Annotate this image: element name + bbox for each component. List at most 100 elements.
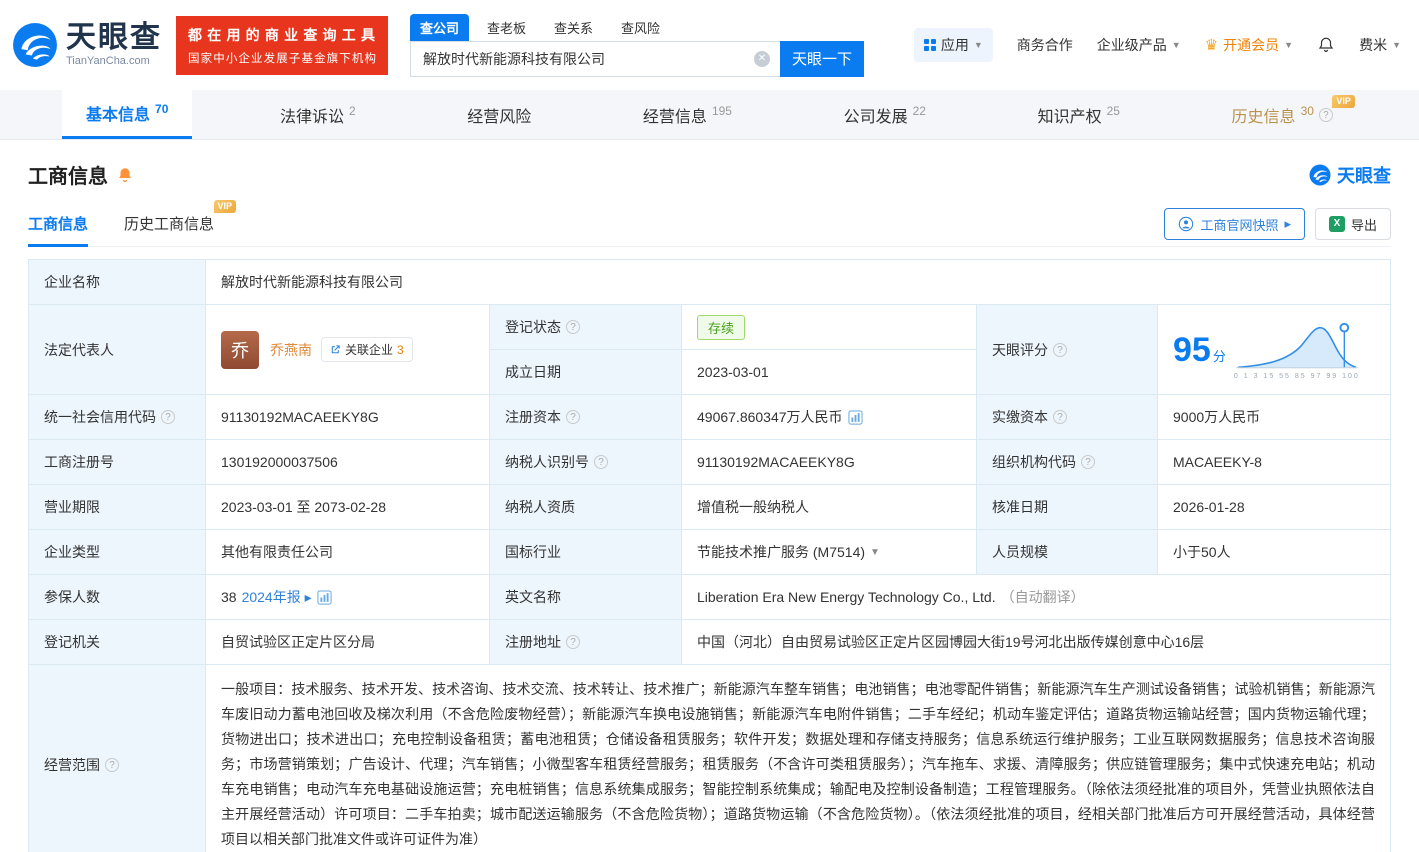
tab-history-info[interactable]: VIP 历史信息 30 xyxy=(1208,90,1357,139)
help-icon[interactable] xyxy=(594,455,608,469)
tianyancha-logo[interactable]: 天眼查 TianYanCha.com xyxy=(12,22,162,68)
tianyancha-logo-icon xyxy=(1309,164,1331,185)
promo-banner: 都在用的商业查询工具 国家中小企业发展子基金旗下机构 xyxy=(176,15,388,75)
tab-count: 70 xyxy=(155,102,169,116)
tab-basic-info[interactable]: 基本信息 70 xyxy=(62,90,193,139)
tab-operating-info[interactable]: 经营信息 195 xyxy=(619,90,756,139)
business-info-table: 企业名称 解放时代新能源科技有限公司 法定代表人 乔 乔燕南 关联企业 3 登记… xyxy=(28,259,1391,852)
help-icon[interactable] xyxy=(1318,107,1333,122)
logo-name: 天眼查 xyxy=(66,21,162,54)
nav-apps-label: 应用 xyxy=(940,37,969,53)
score-unit: 分 xyxy=(1212,349,1226,364)
field-value-staff-size: 小于50人 xyxy=(1158,530,1390,575)
help-icon[interactable] xyxy=(1081,455,1095,469)
field-label-reg-status: 登记状态 xyxy=(490,305,682,350)
tab-label: 法律诉讼 xyxy=(279,108,344,126)
related-companies-label: 关联企业 xyxy=(345,343,394,357)
export-button[interactable]: X 导出 xyxy=(1314,208,1391,240)
histogram-icon[interactable] xyxy=(317,589,332,605)
watermark-text: 天眼查 xyxy=(1337,165,1391,186)
related-companies-count: 3 xyxy=(397,342,404,357)
official-snapshot-button[interactable]: 工商官网快照 ▸ xyxy=(1164,208,1305,240)
tab-label: 历史信息 xyxy=(1231,108,1296,126)
subtab-business-info[interactable]: 工商信息 xyxy=(28,213,89,247)
bell-icon xyxy=(1318,37,1334,52)
tianyancha-logo-icon xyxy=(13,23,57,67)
help-icon[interactable] xyxy=(105,757,119,772)
vip-badge: VIP xyxy=(213,200,237,213)
field-label-staff-size: 人员规模 xyxy=(977,530,1158,575)
search-tab-relation[interactable]: 查关系 xyxy=(544,14,603,41)
tab-label: 基本信息 xyxy=(86,107,151,124)
search-button[interactable]: 天眼一下 xyxy=(780,40,864,77)
histogram-icon[interactable] xyxy=(847,409,863,425)
nav-enterprise-label: 企业级产品 xyxy=(1096,37,1167,53)
tab-legal[interactable]: 法律诉讼 2 xyxy=(256,90,380,139)
nav-cooperation[interactable]: 商务合作 xyxy=(1017,35,1073,55)
promo-banner-line2: 国家中小企业发展子基金旗下机构 xyxy=(188,52,376,65)
search-input[interactable] xyxy=(410,40,780,77)
search-tab-boss[interactable]: 查老板 xyxy=(477,14,536,41)
auto-translate-note: （自动翻译） xyxy=(1000,589,1085,605)
clear-icon[interactable]: ✕ xyxy=(754,50,770,67)
chevron-down-icon: ▼ xyxy=(1284,40,1294,50)
nav-enterprise[interactable]: 企业级产品 ▼ xyxy=(1097,35,1181,55)
field-value-score: 95 分 0 1 3 15 55 85 97 99 100 xyxy=(1158,305,1390,395)
search-tabs: 查公司 查老板 查关系 查风险 xyxy=(410,13,864,41)
field-label-insured: 参保人数 xyxy=(29,575,206,620)
status-badge: 存续 xyxy=(697,314,746,340)
search-tab-risk[interactable]: 查风险 xyxy=(611,14,670,41)
snapshot-button-label: 工商官网快照 xyxy=(1200,217,1279,233)
field-value-address: 中国（河北）自由贸易试验区正定片区园博园大街19号河北出版传媒创意中心16层 xyxy=(682,620,1390,665)
search-tab-company[interactable]: 查公司 xyxy=(410,13,470,41)
tab-count: 30 xyxy=(1300,103,1314,118)
legal-rep-name-link[interactable]: 乔燕南 xyxy=(270,340,312,360)
tab-count: 22 xyxy=(912,103,926,118)
section-watermark-logo: 天眼查 xyxy=(1309,162,1391,188)
page: 天眼查 TianYanCha.com 都在用的商业查询工具 国家中小企业发展子基… xyxy=(0,0,1419,852)
monitor-bell-icon[interactable] xyxy=(116,166,134,184)
field-value-establish-date: 2023-03-01 xyxy=(682,350,977,395)
help-icon[interactable] xyxy=(161,410,175,424)
nav-vip[interactable]: ♛ 开通会员 ▼ xyxy=(1205,35,1293,55)
subtab-history-business-info[interactable]: 历史工商信息 VIP xyxy=(124,200,237,246)
export-button-label: 导出 xyxy=(1350,217,1377,233)
section-header: 工商信息 天眼查 xyxy=(28,160,1391,189)
help-icon[interactable] xyxy=(1053,342,1067,357)
help-icon[interactable] xyxy=(566,635,580,649)
link-icon xyxy=(331,345,340,354)
field-value-company-name: 解放时代新能源科技有限公司 xyxy=(206,260,1390,305)
field-value-reg-number: 130192000037506 xyxy=(206,440,490,485)
main-tabbar: 基本信息 70 法律诉讼 2 经营风险 经营信息 195 公司发展 22 知识产… xyxy=(0,90,1419,140)
field-value-industry: 节能技术推广服务 (M7514) ▼ xyxy=(682,530,977,575)
field-value-org-code: MACAEEKY-8 xyxy=(1158,440,1390,485)
help-icon[interactable] xyxy=(1053,410,1067,424)
help-icon[interactable] xyxy=(566,410,580,424)
tab-company-development[interactable]: 公司发展 22 xyxy=(820,90,950,139)
field-label-company-type: 企业类型 xyxy=(29,530,206,575)
top-nav: 应用 ▼ 商务合作 企业级产品 ▼ ♛ 开通会员 ▼ 费米 ▼ xyxy=(913,28,1401,62)
help-icon[interactable] xyxy=(566,320,580,334)
nav-user[interactable]: 费米 ▼ xyxy=(1359,35,1401,55)
promo-banner-line1: 都在用的商业查询工具 xyxy=(188,26,376,43)
avatar[interactable]: 乔 xyxy=(221,330,259,369)
chevron-down-icon: ▼ xyxy=(973,40,983,50)
nav-notifications[interactable] xyxy=(1317,36,1335,54)
excel-icon: X xyxy=(1328,216,1345,232)
field-label-org-code: 组织机构代码 xyxy=(977,440,1158,485)
tab-count: 2 xyxy=(349,103,356,118)
tab-intellectual-property[interactable]: 知识产权 25 xyxy=(1014,90,1144,139)
vip-badge: VIP xyxy=(1332,95,1355,108)
tab-count: 195 xyxy=(711,103,732,118)
annual-report-link[interactable]: 2024年报 ▸ xyxy=(242,587,312,607)
nav-apps[interactable]: 应用 ▼ xyxy=(913,28,993,62)
field-value-registry: 自贸试验区正定片区分局 xyxy=(206,620,490,665)
tab-operating-risk[interactable]: 经营风险 xyxy=(443,90,555,139)
chevron-down-icon[interactable]: ▼ xyxy=(870,547,880,558)
related-companies-badge[interactable]: 关联企业 3 xyxy=(321,337,413,362)
header: 天眼查 TianYanCha.com 都在用的商业查询工具 国家中小企业发展子基… xyxy=(0,0,1419,90)
field-label-reg-capital: 注册资本 xyxy=(490,395,682,440)
field-label-address: 注册地址 xyxy=(490,620,682,665)
crown-icon: ♛ xyxy=(1204,36,1219,54)
search-block: 查公司 查老板 查关系 查风险 ✕ 天眼一下 xyxy=(410,13,864,77)
